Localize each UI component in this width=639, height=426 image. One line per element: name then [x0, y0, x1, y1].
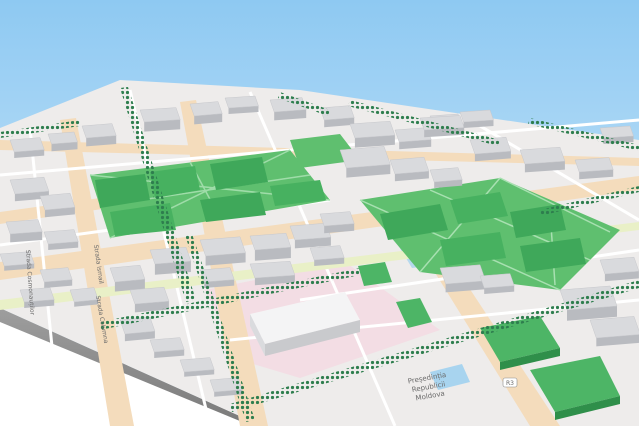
building-roof [179, 357, 215, 373]
building-roof [139, 107, 181, 123]
building-roof [39, 192, 76, 211]
building-roof [9, 137, 45, 153]
map-viewport[interactable]: Strada Ismail Strada Columna Strada Cosm… [0, 0, 639, 426]
building-roof [47, 131, 78, 145]
map-scene[interactable]: Strada Ismail Strada Columna Strada Cosm… [0, 0, 639, 426]
building-roof [109, 264, 146, 283]
building-roof [81, 123, 117, 139]
building-roof [69, 287, 99, 303]
building-roof [349, 120, 396, 139]
building-roof [9, 176, 50, 195]
building-roof [479, 273, 515, 289]
building-roof [574, 157, 614, 173]
building-roof [149, 337, 185, 353]
building-roof [319, 211, 355, 227]
building-roof [429, 167, 463, 183]
route-badge-text: R3 [506, 380, 514, 387]
building-roof [309, 245, 345, 261]
building-roof [599, 256, 639, 275]
building-roof [249, 260, 296, 279]
building-roof [19, 287, 55, 303]
building-roof [439, 264, 486, 285]
building-roof [189, 101, 223, 117]
building-roof [249, 232, 292, 251]
building-roof [129, 286, 170, 305]
building-roof [389, 156, 430, 175]
building-roof [459, 109, 494, 123]
building-roof [519, 146, 566, 165]
building-roof [43, 229, 79, 245]
building-roof [199, 236, 246, 257]
building-roof [5, 219, 43, 235]
building-roof [39, 267, 73, 283]
building-roof [224, 95, 259, 109]
building-roof [599, 125, 634, 139]
route-badge: R3 [502, 377, 518, 388]
building-roof [589, 316, 639, 339]
building-roof [339, 146, 391, 169]
